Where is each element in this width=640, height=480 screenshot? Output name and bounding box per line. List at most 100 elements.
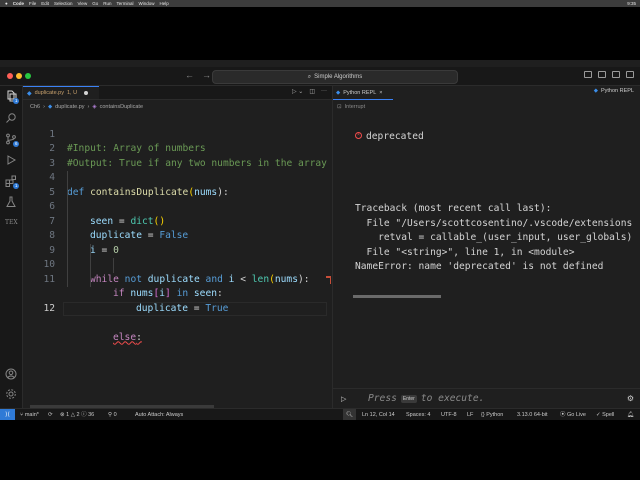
output-line: Traceback (most recent call last): [355,203,552,214]
cursor-position[interactable]: Ln 12, Col 14 [362,409,395,420]
line-number: 12 [43,302,55,314]
repl-horizontal-scrollbar[interactable] [353,295,441,298]
tex-icon[interactable]: TEX [5,217,18,229]
close-window-button[interactable] [7,73,13,79]
forward-arrow-icon[interactable]: → [202,70,211,80]
accounts-icon[interactable] [5,368,17,380]
apple-icon[interactable]: ● [5,1,8,6]
gear-icon[interactable]: ⚙ [627,394,634,403]
indentation-setting[interactable]: Spaces: 4 [406,409,430,420]
code-keyword: else [113,331,137,343]
breadcrumb-file[interactable]: duplicate.py [55,104,84,110]
code-line: 9 while not duplicate and i < len(nums): [23,229,332,285]
hint-prefix: Press [368,393,397,404]
layout-controls [584,71,634,78]
auto-attach-indicator[interactable]: Auto Attach: Always [135,409,183,420]
problems-indicator[interactable]: ⊗ 1 △ 2 ⓘ 36 [60,409,94,420]
ports-indicator[interactable]: ⚲ 0 [108,409,117,420]
menu-window[interactable]: Window [139,1,155,6]
python-file-icon: ◆ [27,90,32,97]
branch-indicator[interactable]: ⑂ main* [20,409,39,420]
source-control-badge: 6 [13,141,19,147]
python-file-icon: ◆ [593,88,598,94]
more-actions-icon[interactable]: ··· [321,88,327,95]
code-keyword: in [170,288,194,299]
menu-edit[interactable]: Edit [41,1,49,6]
menu-app-name[interactable]: Code [13,1,24,6]
explorer-icon[interactable]: 1 [5,90,19,104]
output-line: File "<string>", line 1, in <module> [355,246,575,258]
python-file-icon: ◆ [47,103,53,110]
vscode-window: ← → ⌕ Simple Algorithms 1 6 1 TEX ◆ dupl… [0,60,640,420]
customize-layout-icon[interactable] [626,71,634,78]
tab-status: 1, U [66,90,78,96]
split-editor-icon[interactable]: ◫ [309,88,315,95]
zoom-icon[interactable]: 🔍︎ [343,409,356,420]
tab-duplicate-py[interactable]: ◆ duplicate.py 1, U [23,86,99,99]
toggle-panel-icon[interactable] [598,71,606,78]
python-repl-panel: ◆ Python REPL × ◆ Python REPL ⊡ Interrup… [333,86,640,408]
remote-indicator-icon[interactable]: ⟩⟨ [0,409,15,420]
code-editor[interactable]: 1 #Input: Array of numbers 2 #Output: Tr… [23,113,332,403]
go-live-button[interactable]: ⦿ Go Live [560,409,586,420]
menu-help[interactable]: Help [160,1,169,6]
code-line-active: 12 else: [23,272,332,343]
code-line: 7 i = 0 [23,200,332,256]
back-arrow-icon[interactable]: ← [185,70,194,80]
menu-run[interactable]: Run [103,1,111,6]
execute-play-icon[interactable]: ▷ [341,395,346,403]
command-center-search[interactable]: ⌕ Simple Algorithms [212,70,458,84]
eol-setting[interactable]: LF [467,409,473,420]
error-overview-marker [330,276,331,284]
output-line: File "/Users/scottcosentino/.vscode/exte… [355,217,633,229]
unsaved-dot-icon[interactable] [84,91,89,95]
extensions-icon[interactable]: 1 [5,175,19,189]
maximize-window-button[interactable] [25,73,31,79]
code-var: nums [130,288,154,299]
chevron-right-icon: › [43,103,45,110]
language-mode[interactable]: {} Python [481,409,503,420]
breadcrumb-symbol[interactable]: containsDuplicate [100,104,143,110]
toggle-secondary-sidebar-icon[interactable] [612,71,620,78]
python-interpreter[interactable]: 3.13.0 64-bit [517,409,548,420]
interrupt-icon: ⊡ [337,104,342,110]
menu-file[interactable]: File [29,1,36,6]
menubar-clock: 9:35 [627,1,636,6]
minimize-window-button[interactable] [16,73,22,79]
activity-bar: 1 6 1 TEX [0,86,23,408]
repl-kernel-label[interactable]: ◆ Python REPL [594,88,634,94]
code-line: 2 #Output: True if any two numbers in th… [23,128,332,169]
source-control-icon[interactable]: 6 [5,133,19,147]
run-debug-icon[interactable] [5,154,17,166]
search-sidebar-icon[interactable] [5,112,17,124]
explorer-badge: 1 [13,98,19,104]
repl-tab[interactable]: ◆ Python REPL × [336,86,382,99]
code-line: 4 def containsDuplicate(nums): [23,157,332,198]
spell-check-indicator[interactable]: ✓ Spell [596,409,614,420]
encoding-setting[interactable]: UTF-8 [441,409,457,420]
menu-selection[interactable]: Selection [54,1,73,6]
testing-icon[interactable] [5,196,17,208]
code-line: 11 duplicate = True [23,258,332,314]
close-icon[interactable]: × [379,90,382,96]
tab-label: duplicate.py [34,90,64,96]
manage-gear-icon[interactable] [5,388,17,400]
repl-input-hint: Press Enter to execute. [368,393,484,404]
toggle-sidebar-icon[interactable] [584,71,592,78]
breadcrumb-folder[interactable]: Ch6 [30,104,40,110]
sync-icon[interactable]: ⟳ [48,409,53,420]
mac-menubar: ● Code File Edit Selection View Go Run T… [0,0,640,7]
python-file-icon: ◆ [336,89,341,96]
error-icon: × [355,132,362,139]
code-line: 5 seen = dict() [23,171,332,227]
menu-terminal[interactable]: Terminal [116,1,133,6]
editor-actions: ▷ ⌄ ◫ ··· [292,88,327,95]
current-line-highlight [63,301,327,316]
repl-output: Traceback (most recent call last): File … [355,202,632,275]
notifications-bell-icon[interactable]: 🔔︎ [627,409,634,420]
interrupt-button[interactable]: ⊡ Interrupt [337,104,365,110]
run-python-file-icon[interactable]: ▷ ⌄ [292,88,303,95]
menu-go[interactable]: Go [92,1,98,6]
repl-input-box[interactable]: ▷ Press Enter to execute. ⚙ [333,388,640,409]
menu-view[interactable]: View [78,1,88,6]
